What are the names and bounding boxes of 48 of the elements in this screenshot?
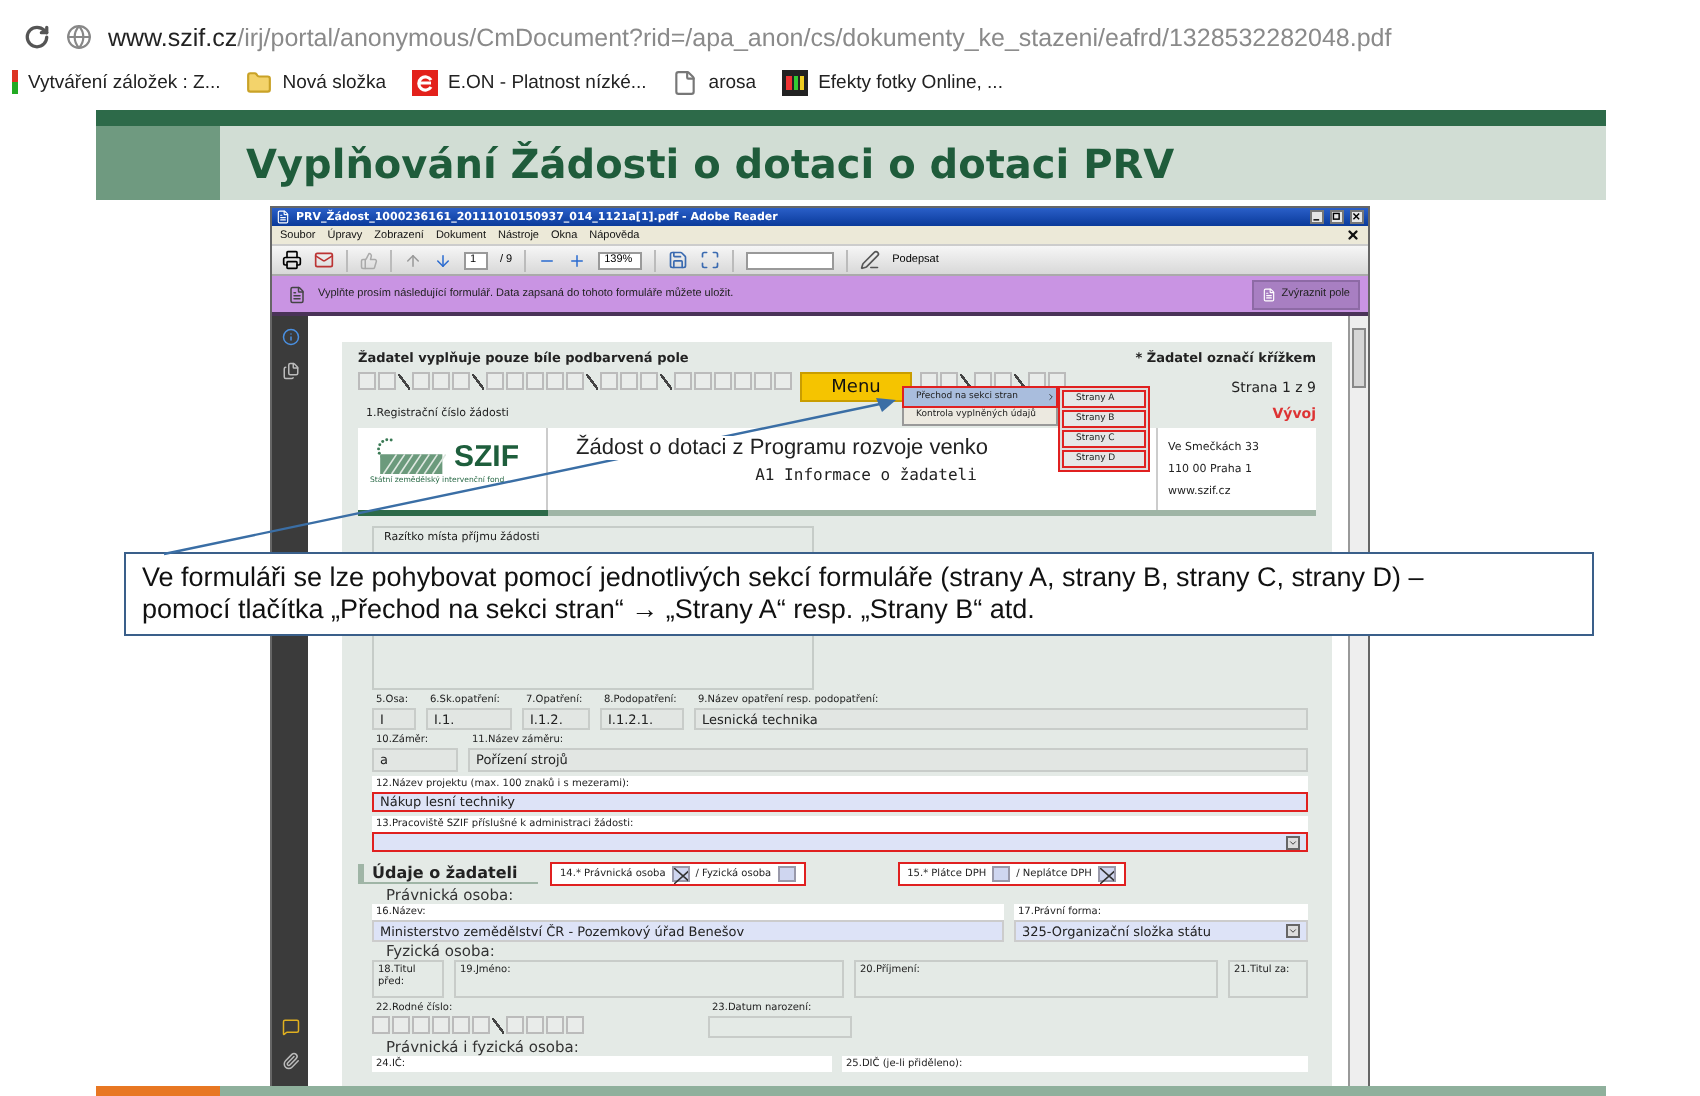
thumb-icon[interactable] [360,251,378,269]
fit-page-icon[interactable] [700,250,721,270]
szif-logo: SZIF [454,439,519,473]
form-title: Žádost o dotaci z Programu rozvoje venko [576,436,989,460]
folder-icon [246,69,273,95]
bookmark-link[interactable]: Nová složka [246,69,387,95]
mail-icon[interactable] [314,250,334,270]
bookmark-bar-icon [12,70,18,94]
fields-icon [1261,287,1276,301]
zoom-in-icon[interactable] [568,251,587,269]
date-field[interactable] [708,1016,852,1038]
comment-icon[interactable] [281,1018,299,1036]
section-heading: Údaje o žadateli [358,864,538,884]
close-icon[interactable] [1350,210,1364,224]
checkbox[interactable] [777,866,796,882]
checkbox[interactable] [671,866,690,882]
minimize-icon[interactable] [1310,210,1324,224]
url-text[interactable]: www.szif.cz/irj/portal/anonymous/CmDocument?rid=/apa_anon/cs/dokumenty_ke_stazeni/eafrd/1328532282048.pdf [108,23,1392,51]
bookmark-link[interactable]: arosa [672,69,757,95]
dropdown-icon [1286,924,1300,938]
checkbox[interactable] [992,866,1011,882]
form-icon [288,285,306,303]
attachment-icon[interactable] [281,1052,299,1070]
slide-title: Vyplňování Žádosti o dotaci o dotaci PRV [220,126,1606,200]
reload-icon[interactable] [24,24,50,50]
close-icon[interactable] [1346,228,1360,242]
select-field[interactable] [372,832,1308,852]
info-icon[interactable] [281,328,299,346]
maximize-icon[interactable] [1330,210,1344,224]
arrow-down-icon[interactable] [434,251,452,269]
page-icon [672,69,699,95]
save-icon[interactable] [668,250,689,270]
bookmark-link[interactable]: Vytváření záložek : Z... [12,70,221,94]
tool-select[interactable] [746,251,835,269]
bookmark-link[interactable]: Efekty fotky Online, ... [782,69,1003,95]
form-subtitle: A1 Informace o žadateli [755,466,977,484]
pages-icon[interactable] [281,362,299,380]
pen-icon[interactable] [860,250,881,270]
globe-icon [66,24,92,50]
pix-logo-icon [782,69,809,95]
checkbox[interactable] [1097,866,1116,882]
dropdown-icon [1286,835,1300,849]
print-icon[interactable] [282,250,302,270]
pdf-icon [276,210,290,224]
eon-logo-icon [412,69,439,95]
bookmark-link[interactable]: E.ON - Platnost nízké... [412,69,647,95]
menu-button[interactable]: Menu [800,372,912,402]
title-accent-block [96,126,220,200]
